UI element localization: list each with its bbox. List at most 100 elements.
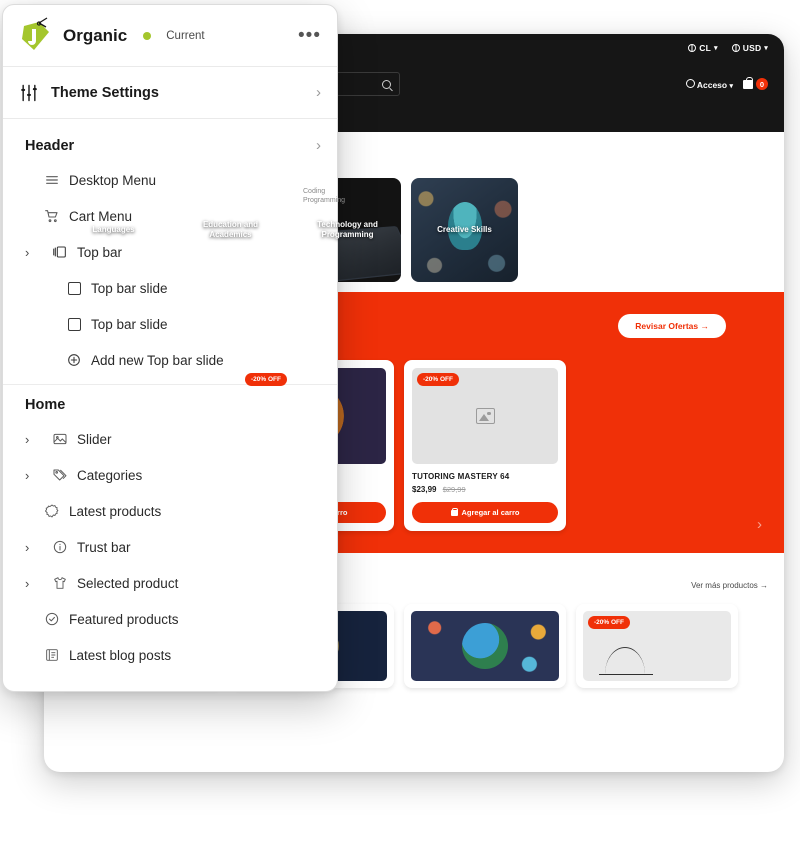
sliders-icon — [21, 84, 37, 101]
product-name: TUTORING MASTERY 64 — [412, 472, 510, 481]
carousel-next-icon[interactable]: › — [757, 516, 762, 533]
category-card[interactable]: Creative Skills — [411, 178, 518, 282]
tree-item-latest-products[interactable]: Latest products — [3, 493, 337, 529]
expand-toggle[interactable]: › — [25, 433, 43, 446]
chevron-right-icon: › — [25, 575, 30, 591]
cart-icon — [43, 207, 61, 225]
status-badge: Current — [166, 29, 205, 42]
review-offers-button[interactable]: Revisar Ofertas → — [618, 314, 726, 338]
expand-toggle[interactable]: › — [25, 246, 43, 259]
group-header-header[interactable]: Header › — [3, 125, 337, 162]
tree-item-label: Top bar slide — [91, 316, 168, 332]
group-title: Header — [25, 137, 75, 154]
panel-header: Organic Current ••• — [3, 5, 337, 67]
check-circle-icon — [43, 610, 61, 628]
tree-item-label: Selected product — [77, 575, 179, 591]
tree-item-label: Add new Top bar slide — [91, 352, 224, 368]
chevron-right-icon: › — [25, 431, 30, 447]
tree-item-top-bar-slide[interactable]: Top bar slide — [3, 306, 337, 342]
cart-button[interactable]: 0 — [743, 77, 768, 90]
currency-label: USD — [742, 43, 762, 53]
panel-icon — [51, 243, 69, 261]
tree-item-categories[interactable]: › Categories — [3, 457, 337, 493]
category-label: Languages — [92, 225, 135, 234]
tree-item-slider[interactable]: › Slider — [3, 421, 337, 457]
currency-globe-icon — [731, 44, 740, 52]
tree-item-label: Latest products — [69, 503, 162, 519]
user-icon — [685, 78, 695, 88]
see-more-products-link[interactable]: Ver más productos → — [691, 581, 768, 590]
best-seller-card[interactable]: -20% OFF — [576, 604, 738, 688]
add-to-cart-button[interactable]: Agregar al carro — [412, 502, 558, 523]
product-image — [411, 611, 559, 681]
account-area: Acceso ▾ 0 — [685, 77, 768, 90]
tree-item-label: Slider — [77, 431, 112, 447]
chevron-down-icon: ▾ — [764, 45, 768, 52]
tree-item-desktop-menu[interactable]: Desktop Menu — [3, 162, 337, 198]
chevron-down-icon: ▾ — [729, 82, 733, 90]
chevron-down-icon: ▾ — [714, 45, 718, 52]
expand-toggle[interactable]: › — [25, 469, 43, 482]
price-current: $23,99 — [412, 485, 437, 494]
theme-settings-row[interactable]: Theme Settings › — [3, 67, 337, 119]
image-placeholder-icon — [475, 408, 495, 424]
best-seller-card[interactable] — [404, 604, 566, 688]
tree-item-cart-menu[interactable]: Cart Menu — [3, 198, 337, 234]
tree-item-selected-product[interactable]: › Selected product — [3, 565, 337, 601]
tree-item-featured-products[interactable]: Featured products — [3, 601, 337, 637]
tree-item-top-bar[interactable]: › Top bar — [3, 234, 337, 270]
status-dot — [143, 31, 152, 40]
panel-tree: Header › Desktop Menu Cart Menu › Top ba… — [3, 119, 337, 691]
account-button[interactable]: Acceso ▾ — [685, 78, 733, 90]
screen-root: CL ▾ USD ▾ e productos aqui... Ac — [0, 0, 800, 846]
currency-selector[interactable]: USD ▾ — [731, 43, 768, 53]
chevron-right-icon: › — [25, 244, 30, 260]
country-selector[interactable]: CL ▾ — [688, 43, 718, 53]
search-icon — [382, 79, 391, 89]
book-icon — [43, 646, 61, 664]
chevron-right-icon: › — [25, 539, 30, 555]
tree-item-label: Categories — [77, 467, 143, 483]
globe-icon — [688, 44, 697, 52]
chevron-right-icon: › — [316, 84, 321, 101]
image-icon — [51, 430, 69, 448]
panel-brand-title: Organic — [63, 25, 128, 45]
info-circle-icon — [51, 538, 69, 556]
add-to-cart-label: Agregar al carro — [461, 508, 520, 517]
hamburger-icon — [43, 171, 61, 189]
tree-item-latest-blog-posts[interactable]: Latest blog posts — [3, 637, 337, 673]
theme-settings-label: Theme Settings — [51, 84, 159, 101]
price-old: $29,99 — [442, 485, 466, 494]
chevron-right-icon: › — [316, 137, 321, 154]
expand-toggle[interactable]: › — [25, 541, 43, 554]
tree-item-label: Featured products — [69, 611, 179, 627]
category-label: Creative Skills — [437, 225, 492, 234]
square-icon — [65, 315, 83, 333]
tree-item-label: Desktop Menu — [69, 172, 157, 188]
product-card[interactable]: -20% OFF TUTORING MASTERY 64 $23,99 $29,… — [404, 360, 566, 531]
account-label: Acceso — [696, 79, 728, 90]
product-image: -20% OFF — [412, 368, 558, 464]
tree-item-add-top-bar-slide[interactable]: Add new Top bar slide — [3, 342, 337, 378]
organic-logo-icon — [22, 16, 49, 50]
discount-badge: -20% OFF — [245, 373, 287, 386]
tree-item-top-bar-slide[interactable]: Top bar slide — [3, 270, 337, 306]
discount-badge: -20% OFF — [417, 373, 459, 386]
group-title: Home — [25, 397, 66, 413]
tags-icon — [51, 466, 69, 484]
category-label: Technology and Programming — [317, 220, 378, 239]
group-header-home[interactable]: Home — [3, 385, 337, 421]
ellipsis-icon[interactable]: ••• — [298, 26, 321, 45]
plus-circle-icon — [65, 351, 83, 369]
cart-count-badge: 0 — [756, 78, 768, 90]
country-label: CL — [699, 43, 712, 53]
tree-item-label: Top bar — [77, 244, 123, 260]
shopping-bag-icon — [743, 77, 753, 89]
tree-item-label: Trust bar — [77, 539, 131, 555]
category-label: Education and Academics — [202, 220, 259, 239]
theme-editor-panel: Organic Current ••• Theme Settings › Hea… — [2, 4, 338, 692]
square-icon — [65, 279, 83, 297]
expand-toggle[interactable]: › — [25, 577, 43, 590]
tree-item-label: Cart Menu — [69, 208, 133, 224]
tree-item-trust-bar[interactable]: › Trust bar — [3, 529, 337, 565]
